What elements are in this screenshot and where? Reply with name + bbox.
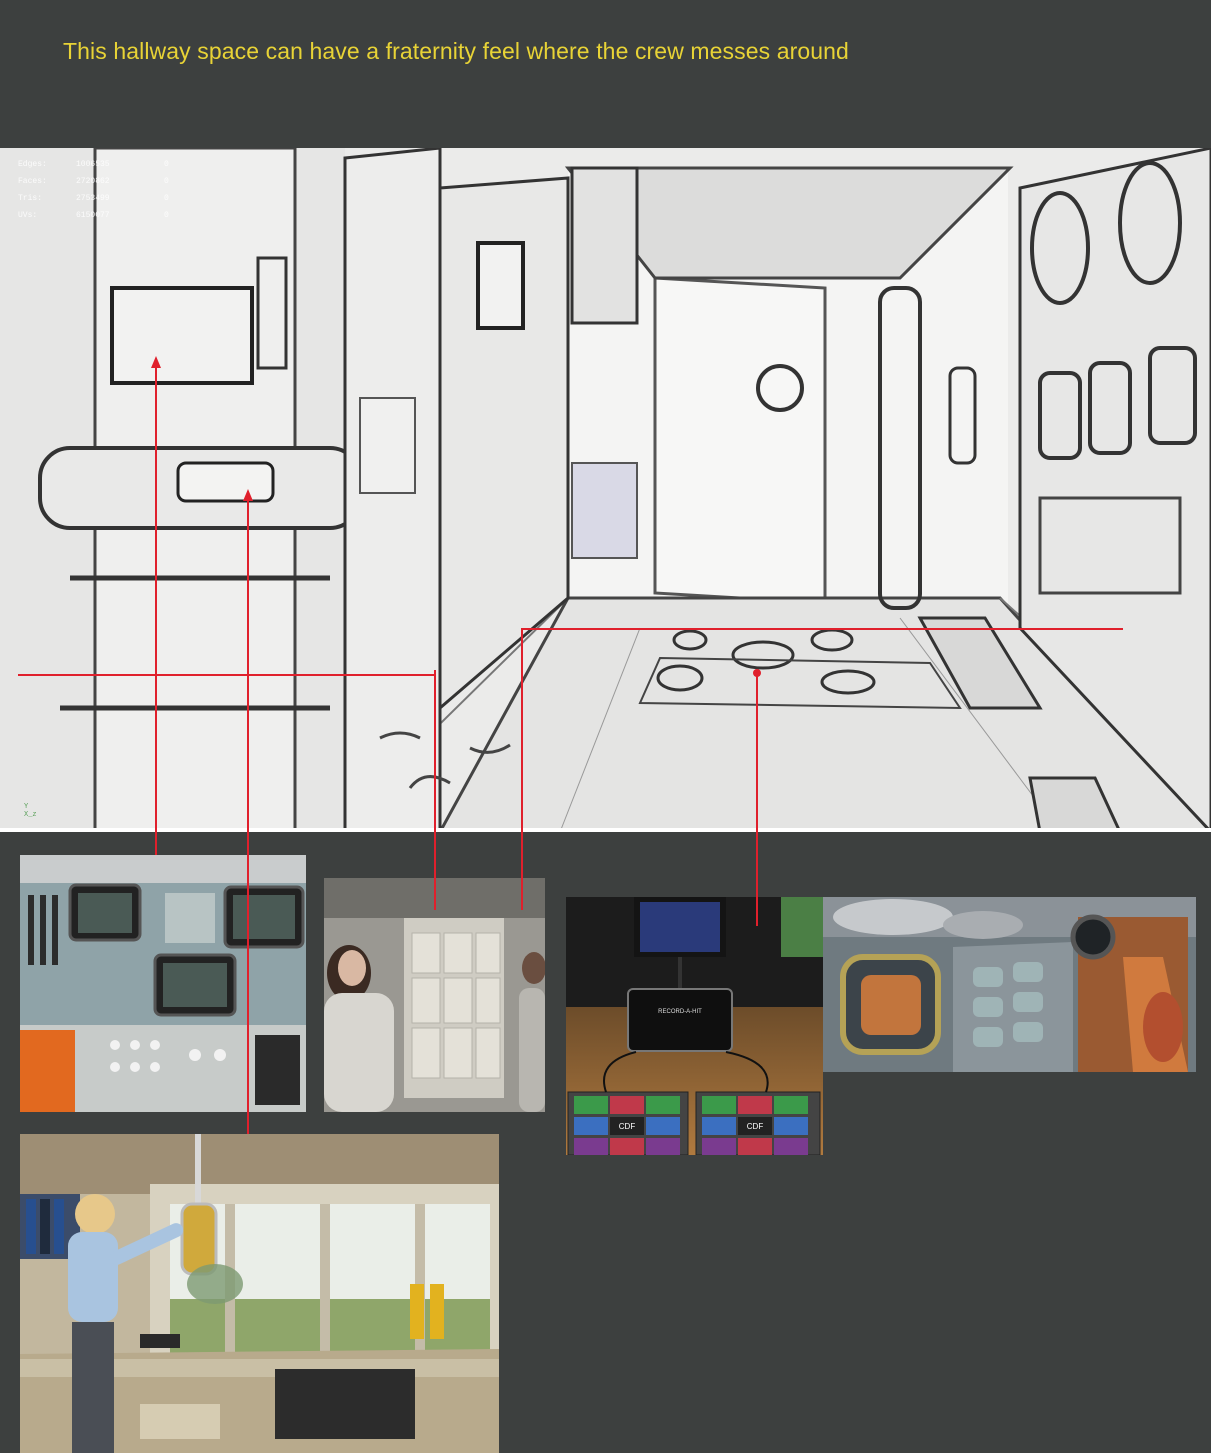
stats-row: Faces: 2720862 0 [18,177,169,186]
pad-logo: CDF [619,1122,636,1131]
ref-pneumatic-tube [20,1134,499,1453]
callout-line [247,500,249,1134]
page-caption: This hallway space can have a fraternity… [63,38,849,64]
viewport-stats: Edges: 1006535 0 Faces: 2720862 0 Tris: 27534… [18,156,184,224]
arrow-up-icon [151,356,161,368]
callout-line [434,670,436,910]
case-label: RECORD-A-HIT [658,1009,702,1015]
sketch-drawing [0,148,1211,832]
arrow-up-icon [243,489,253,501]
callout-line [756,673,758,926]
ref-cockpit-panel [20,855,306,1112]
callout-line [18,674,436,676]
callout-line [155,366,157,855]
callout-line [521,628,523,910]
ref-crew-corridor [324,878,545,1112]
stats-row: Tris: 2753499 0 [18,194,169,203]
pad-logo: CDF [747,1122,764,1131]
stats-row: Edges: 1006535 0 [18,160,169,169]
hallway-sketch: Edges: 1006535 0 Faces: 2720862 0 Tris: 27534… [0,148,1211,832]
ref-scifi-interior [823,897,1196,1072]
ref-dance-pads: RECORD-A-HIT CDF CDF [566,897,823,1155]
stats-row: UVs: 6150077 0 [18,211,169,220]
callout-line [521,628,1123,630]
axis-gizmo: Y X_z [24,803,37,819]
